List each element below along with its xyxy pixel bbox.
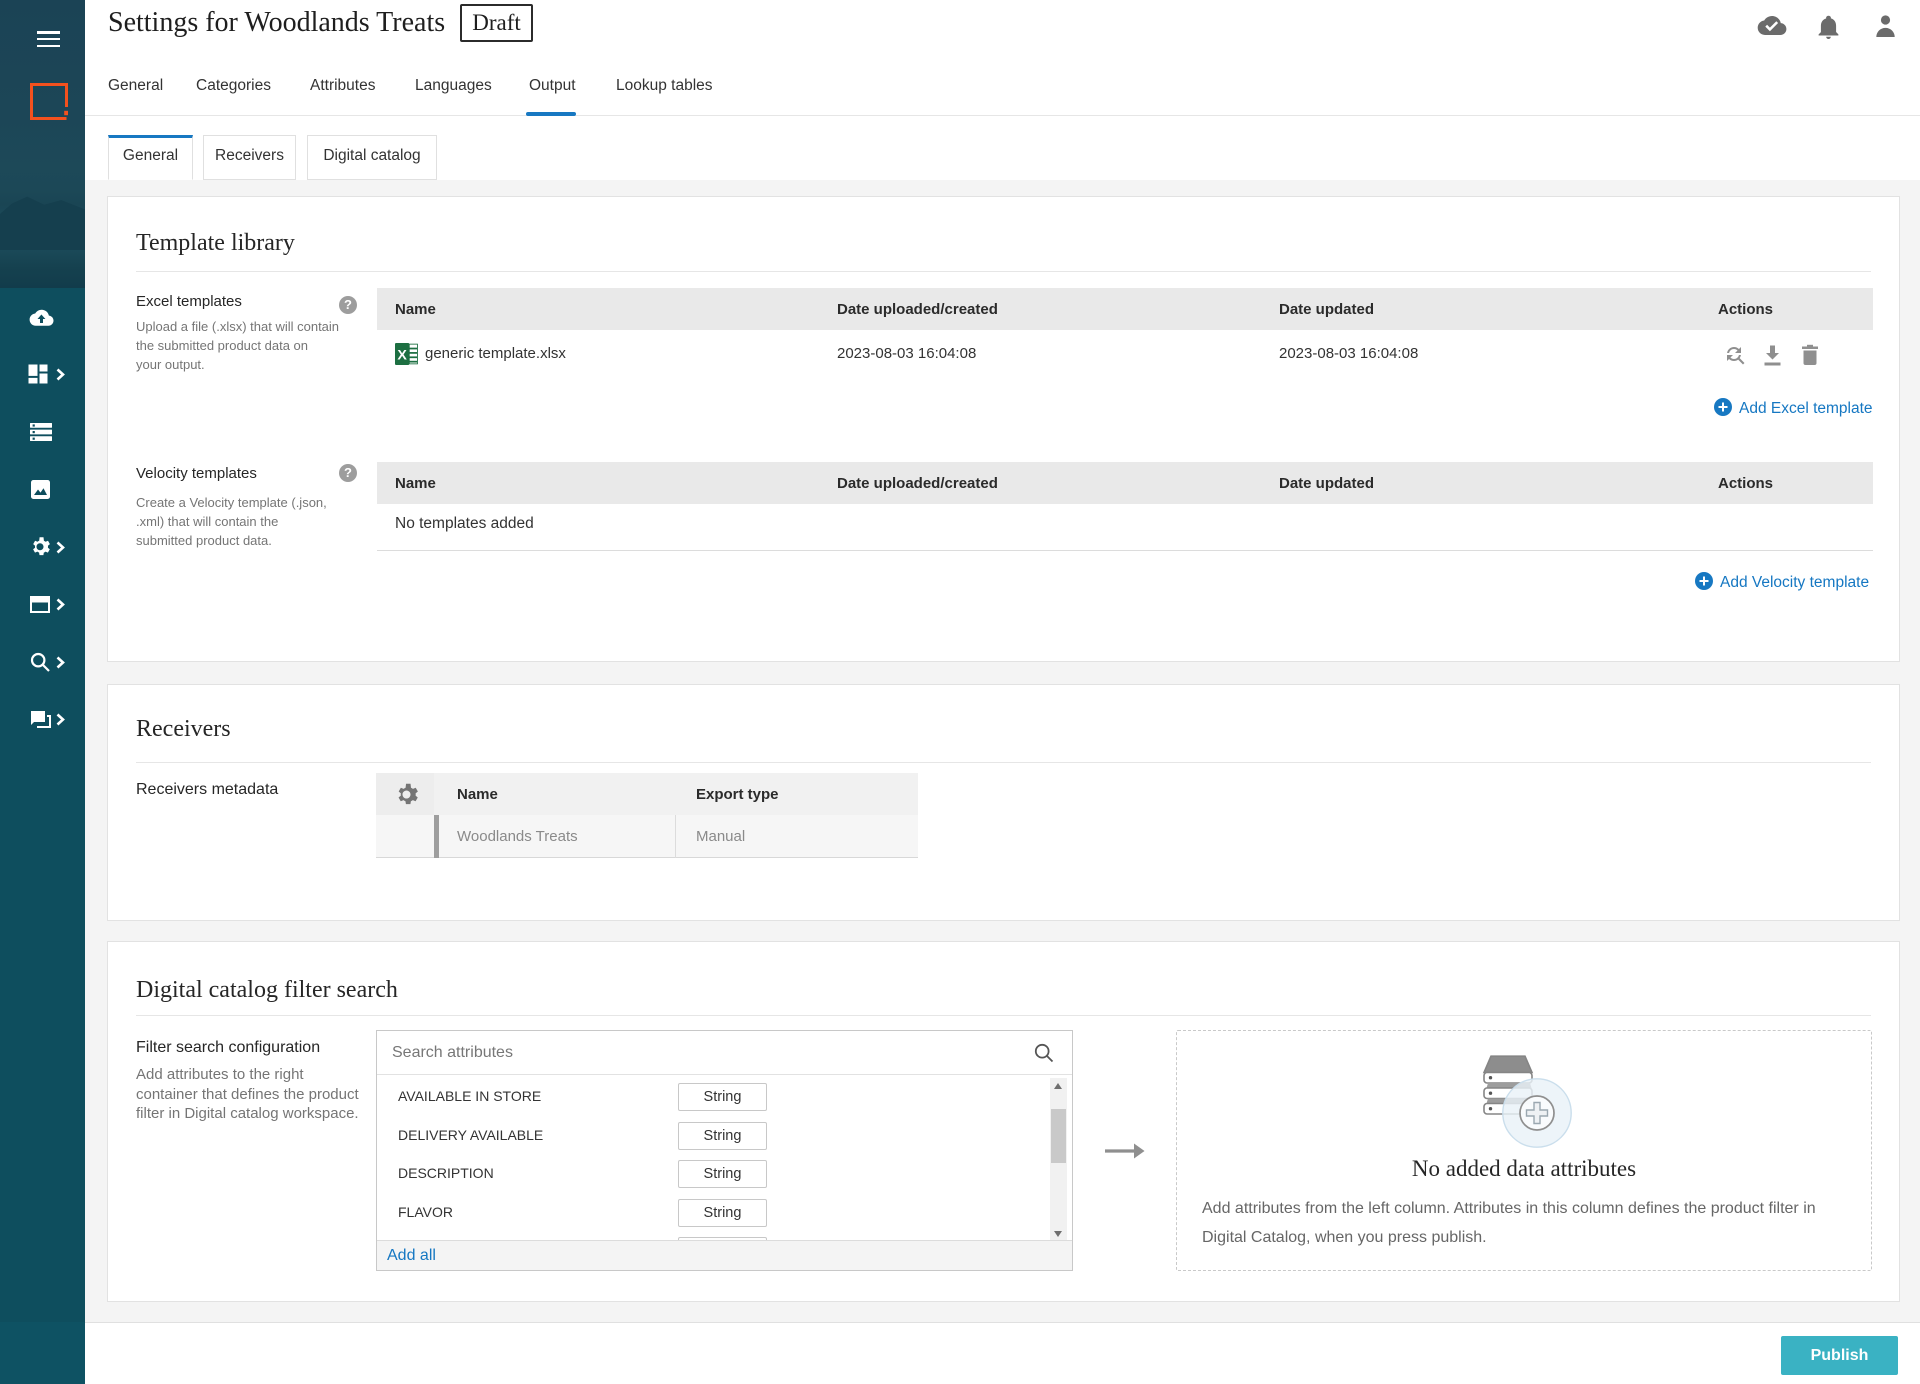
svg-text:X: X <box>397 347 407 363</box>
